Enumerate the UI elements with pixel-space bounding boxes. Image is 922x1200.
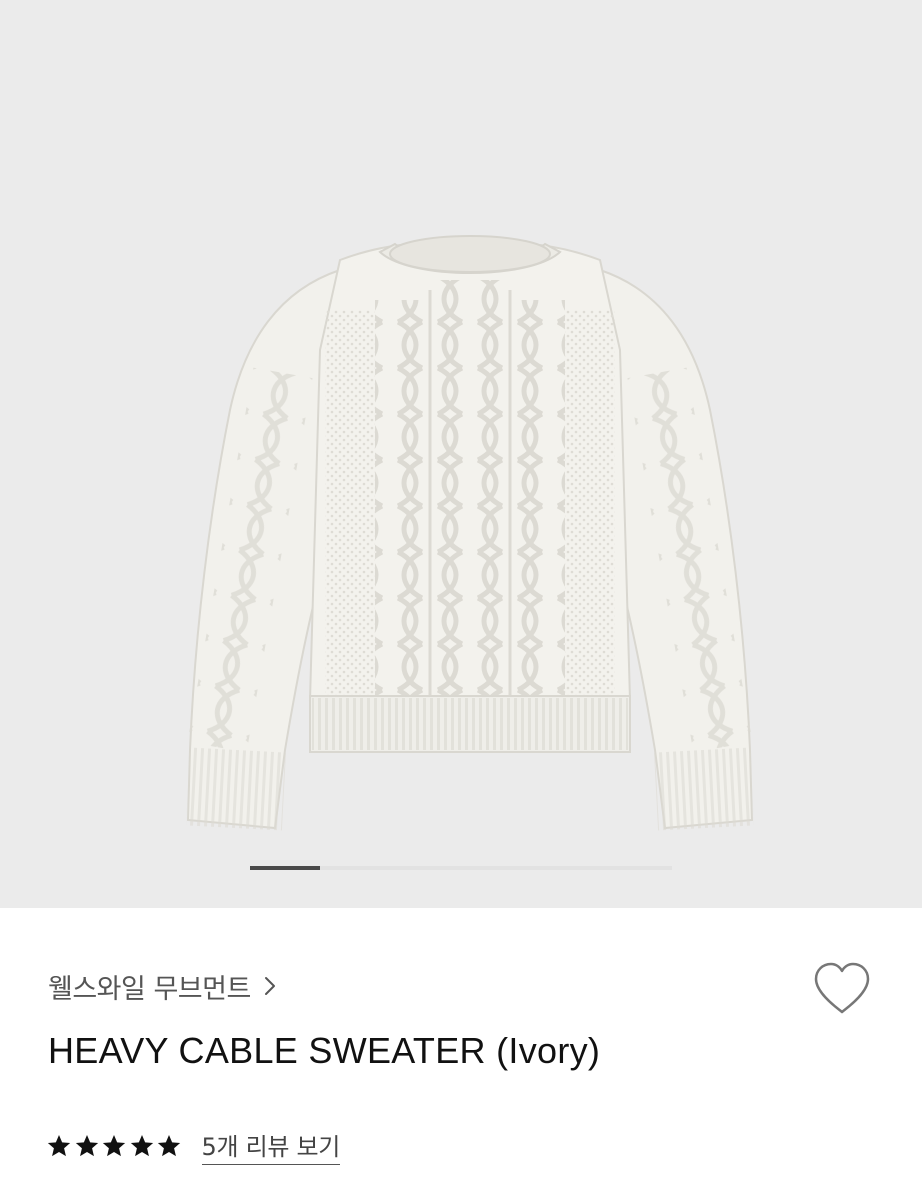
brand-name: 웰스와일 무브먼트: [48, 973, 251, 1005]
star-filled-icon: [102, 1134, 126, 1157]
rating-stars: [46, 1133, 184, 1159]
star-filled-icon: [47, 1134, 71, 1157]
reviews-link[interactable]: 5개 리뷰 보기: [201, 1127, 340, 1165]
chevron-right-icon: [264, 977, 275, 995]
heart-outline-icon[interactable]: [810, 960, 874, 1018]
carousel-progress-indicator: [250, 866, 321, 870]
carousel-progress-track: [250, 866, 672, 870]
star-filled-icon: [75, 1134, 98, 1157]
product-detail-page: 웰스와일 무브먼트 HEAVY CABLE SWEATER (Ivory) 5개…: [0, 0, 922, 1200]
product-image-sweater: [186, 235, 754, 831]
product-title: HEAVY CABLE SWEATER (Ivory): [48, 1030, 601, 1071]
product-image-carousel[interactable]: [0, 0, 922, 908]
star-filled-icon: [157, 1134, 181, 1157]
star-filled-icon: [130, 1134, 153, 1157]
brand-link[interactable]: 웰스와일 무브먼트: [48, 964, 277, 1008]
rating-row: 5개 리뷰 보기: [46, 1126, 340, 1166]
